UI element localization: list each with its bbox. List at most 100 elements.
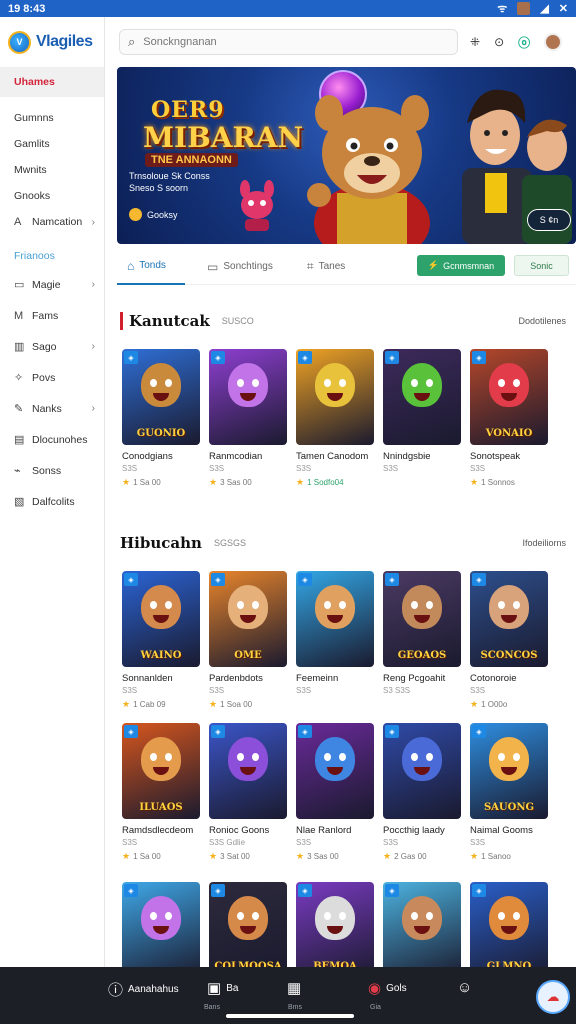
hero-banner[interactable]: OER9 MIBARAN TNE ANNAONN Trnsoloue Sk Co… [117, 67, 576, 244]
grid-icon[interactable]: ⁜ [470, 35, 480, 49]
sidebar-item-11[interactable]: ✎ Nanks › [0, 393, 104, 424]
character-eye [150, 601, 157, 609]
nav-item-3[interactable]: ▦ [287, 979, 301, 997]
tab-sonchtings[interactable]: ▭ Sonchtings [197, 249, 283, 285]
character-eye [498, 601, 505, 609]
sidebar-item-7[interactable]: ▭ Magie › [0, 269, 104, 300]
game-card[interactable]: ◈ Feemeinn S3S [296, 571, 374, 710]
game-card[interactable]: ◈ SCONCOS Cotonoroie S3S ★ 1 O00o [470, 571, 548, 710]
game-card[interactable]: ◈ GEOAOS Reng Pcgoahit S3 S3S [383, 571, 461, 710]
coin-icon [129, 208, 142, 221]
tab-tonds[interactable]: ⌂ Tonds [117, 249, 185, 285]
game-thumbnail: ◈ [296, 349, 374, 445]
sidebar-item-3[interactable]: Mwnits [0, 157, 104, 183]
sidebar-item-13[interactable]: ⌁ Sonss [0, 455, 104, 486]
game-rating: ★ 1 Sonnos [470, 477, 548, 488]
app-logo[interactable]: V Vlagiles [0, 17, 104, 67]
game-card[interactable]: ◈GLMNO [470, 882, 548, 978]
sidebar-item-8[interactable]: M Fams [0, 300, 104, 331]
primary-action-button[interactable]: ⚡ Gcnmsmnan [417, 255, 505, 276]
sidebar-item-4[interactable]: Gnooks [0, 183, 104, 209]
sidebar-item-14[interactable]: ▧ Dalfcolits [0, 486, 104, 517]
sidebar-item-12[interactable]: ▤ Dlocunohes [0, 424, 104, 455]
character-eye [339, 753, 346, 761]
character-eye [237, 601, 244, 609]
game-thumbnail: ◈ GUONIO [122, 349, 200, 445]
banner-badge-label: Gooksy [147, 209, 178, 220]
character-eye [339, 379, 346, 387]
sidebar-item-label: Sonss [32, 464, 62, 477]
app-name: Vlagiles [36, 33, 93, 50]
coin-icon[interactable]: ⓞ [518, 34, 530, 51]
game-logo-text: WAINO [140, 650, 182, 661]
floating-action-button[interactable]: ☁ [536, 980, 570, 1014]
section-more-link[interactable]: Ifodeiliorns [522, 538, 566, 548]
sidebar-item-0[interactable]: Uhames [0, 67, 104, 97]
badge-icon: ◈ [298, 351, 312, 364]
badge-icon: ◈ [124, 725, 138, 738]
rating-text: 1 Sodfo04 [307, 478, 344, 487]
game-card[interactable]: ◈ SAUONG Naimal Gooms S3S ★ 1 Sanoo [470, 723, 548, 862]
game-logo-text: SAUONG [483, 802, 535, 813]
section-more-link[interactable]: Dodotilenes [518, 316, 566, 326]
game-card[interactable]: ◈BEMOA [296, 882, 374, 978]
badge-icon: ◈ [298, 573, 312, 586]
game-card[interactable]: ◈ Ranmcodian S3S ★ 3 Sas 00 [209, 349, 287, 488]
tab-label: Tonds [139, 260, 166, 271]
sidebar-item-10[interactable]: ✧ Povs [0, 362, 104, 393]
nav-item-5[interactable]: ☺ [457, 979, 472, 996]
game-meta: S3S [209, 464, 225, 473]
search-bar[interactable]: ⌕ [119, 29, 458, 55]
game-card[interactable]: ◈ Tamen Canodom S3S ★ 1 Sodfo04 [296, 349, 374, 488]
game-rating: ★ 3 Sas 00 [296, 851, 374, 862]
game-card[interactable]: ◈ GUONIO Conodgians S3S ★ 1 Sa 00 [122, 349, 200, 488]
notification-icon[interactable]: ⊙ [494, 35, 504, 49]
character-eye [513, 912, 520, 920]
game-logo-text: VONAIO [485, 428, 533, 439]
sidebar-item-9[interactable]: ▥ Sago › [0, 331, 104, 362]
sidebar-item-5[interactable]: A Namcation › [0, 209, 104, 235]
game-thumbnail: ◈ [383, 723, 461, 819]
close-icon[interactable]: ✕ [559, 2, 568, 15]
sidebar-item-6[interactable]: Frianoos [0, 243, 104, 269]
game-card[interactable]: ◈ [122, 882, 200, 978]
game-thumbnail: ◈ ILUAOS [122, 723, 200, 819]
secondary-action-button[interactable]: Sonic [514, 255, 569, 276]
game-card[interactable]: ◈ [383, 882, 461, 978]
signal-icon: ◢ [540, 3, 549, 15]
character-eye [324, 912, 331, 920]
game-rating: ★ 1 Sa 00 [122, 851, 200, 862]
nav-item-4[interactable]: ◉ Gols [368, 979, 407, 997]
sidebar-item-2[interactable]: Gamlits [0, 131, 104, 157]
game-card[interactable]: ◈ Ronioc Goons S3S Gdlie ★ 3 Sat 00 [209, 723, 287, 862]
character-eye [252, 379, 259, 387]
game-logo-text: ILUAOS [139, 802, 183, 813]
badge-icon: ◈ [211, 725, 225, 738]
game-card[interactable]: ◈ Nlae Ranlord S3S ★ 3 Sas 00 [296, 723, 374, 862]
game-card[interactable]: ◈ VONAIO Sonotspeak S3S ★ 1 Sonnos [470, 349, 548, 488]
game-card[interactable]: ◈ Poccthig laady S3S ★ 2 Gas 00 [383, 723, 461, 862]
status-bar: 19 8:43 ᯤ ◢ ✕ [0, 0, 576, 17]
nav-item-1[interactable]: ⓘ Aanahahus [108, 979, 179, 1000]
nav-item-2[interactable]: ▣ Ba [207, 979, 238, 997]
game-title: Cotonoroie [470, 673, 517, 684]
rating-text: 3 Sat 00 [220, 852, 250, 861]
tab-tanes[interactable]: ⌗ Tanes [297, 249, 355, 285]
game-card[interactable]: ◈COLMOOSA [209, 882, 287, 978]
character-eye [426, 379, 433, 387]
banner-button[interactable]: S ¢n [527, 209, 571, 231]
grid-icon: ▦ [287, 980, 302, 997]
game-card[interactable]: ◈ WAINO Sonnanlden S3S ★ 1 Cab 09 [122, 571, 200, 710]
search-input[interactable] [143, 36, 424, 48]
sidebar-item-1[interactable]: Gumnns [0, 105, 104, 131]
game-card[interactable]: ◈ ILUAOS Ramdsdlecdeom S3S ★ 1 Sa 00 [122, 723, 200, 862]
user-avatar[interactable] [544, 33, 563, 51]
game-thumbnail: ◈ [122, 882, 200, 978]
game-meta: S3S [122, 686, 138, 695]
bear-character-image [307, 95, 430, 244]
game-card[interactable]: ◈ OME Pardenbdots S3S ★ 1 Soa 00 [209, 571, 287, 710]
game-card[interactable]: ◈ Nnindgsbie S3S [383, 349, 461, 488]
sidebar-item-label: Uhames [14, 76, 55, 88]
game-meta: S3S [296, 464, 312, 473]
badge-icon: ◈ [472, 573, 486, 586]
